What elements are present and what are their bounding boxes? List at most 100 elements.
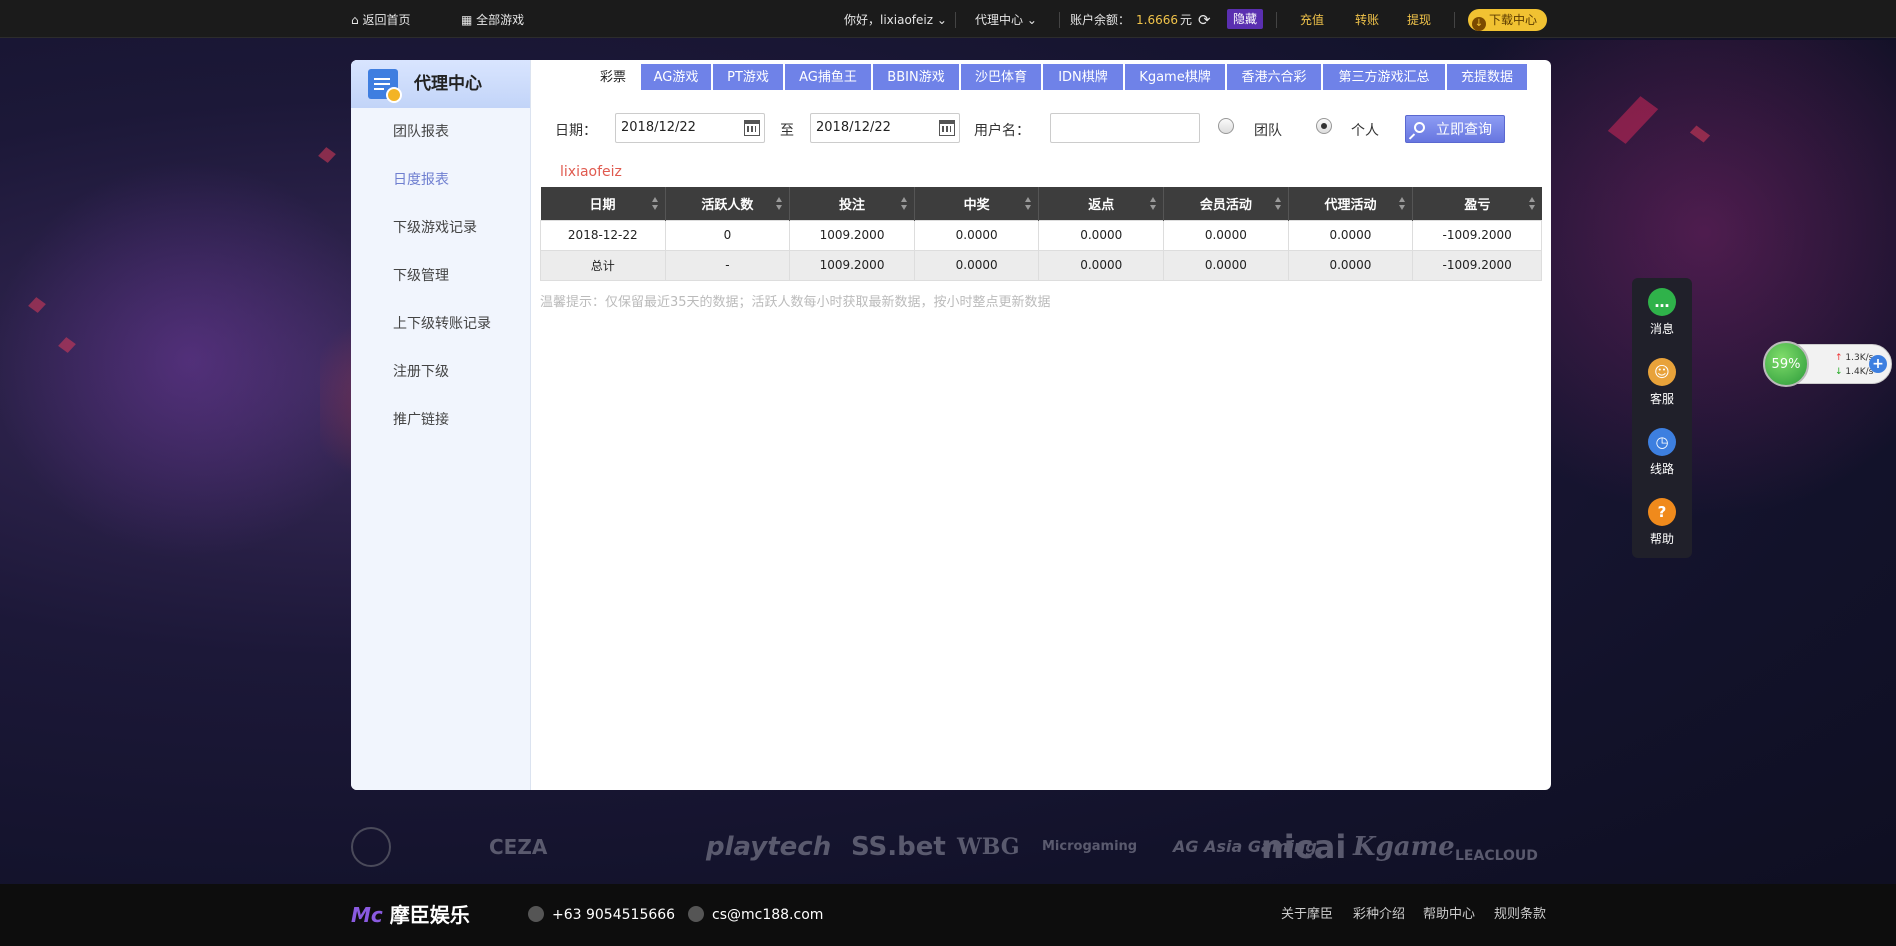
- footer-link-terms[interactable]: 规则条款: [1494, 884, 1546, 946]
- tab-deposit-withdraw-data[interactable]: 充提数据: [1447, 64, 1527, 90]
- emblem-logo: [351, 827, 391, 867]
- footer-email[interactable]: cs@mc188.com: [688, 884, 823, 946]
- tab-lottery[interactable]: 彩票: [587, 64, 639, 90]
- tab-hk-mark-six[interactable]: 香港六合彩: [1227, 64, 1321, 90]
- all-games-link[interactable]: ▦ 全部游戏: [461, 0, 524, 38]
- column-header-member-activity[interactable]: 会员活动: [1163, 187, 1289, 220]
- column-header-rebate[interactable]: 返点: [1038, 187, 1165, 220]
- balance-value: 1.6666: [1136, 13, 1178, 27]
- arrow-down-icon: ↓: [1835, 367, 1843, 377]
- chevron-down-icon: ⌄: [936, 13, 947, 27]
- sidebar-item-promo-link[interactable]: 推广链接: [351, 396, 530, 444]
- search-button[interactable]: 立即查询: [1405, 115, 1505, 143]
- home-link[interactable]: ⌂ 返回首页: [351, 0, 410, 38]
- personal-radio[interactable]: [1316, 118, 1332, 134]
- tab-pt-games[interactable]: PT游戏: [713, 64, 783, 90]
- footer-phone: +63 9054515666: [528, 884, 675, 946]
- chat-icon: …: [1648, 288, 1676, 316]
- sidebar-item-register-sub[interactable]: 注册下级: [351, 348, 530, 396]
- sort-icon: [1150, 197, 1157, 210]
- table-total-row: 总计 - 1009.2000 0.0000 0.0000 0.0000 0.00…: [540, 249, 1542, 281]
- table-cell: 0: [664, 219, 791, 251]
- transfer-link[interactable]: 转账: [1355, 0, 1379, 38]
- help-button[interactable]: ? 帮助: [1632, 488, 1692, 558]
- sort-icon: [1025, 197, 1032, 210]
- phone-icon: [528, 906, 544, 922]
- table-cell: -: [664, 249, 791, 281]
- column-header-agent-activity[interactable]: 代理活动: [1288, 187, 1414, 220]
- download-label: 下载中心: [1489, 13, 1538, 27]
- footer-link-about[interactable]: 关于摩臣: [1281, 884, 1333, 946]
- user-menu[interactable]: 你好，lixiaofeiz ⌄: [844, 0, 947, 38]
- table-cell: 0.0000: [1038, 249, 1165, 281]
- tab-bbin-games[interactable]: BBIN游戏: [873, 64, 959, 90]
- username-input[interactable]: [1050, 113, 1200, 143]
- sidebar: 代理中心 团队报表 日度报表 下级游戏记录 下级管理 上下级转账记录 注册下级 …: [351, 60, 531, 790]
- download-speed: ↓ 1.4K/s: [1835, 367, 1874, 377]
- footer-brand-name: 摩臣娱乐: [389, 903, 470, 927]
- footer-link-lottery-intro[interactable]: 彩种介绍: [1353, 884, 1405, 946]
- download-center-button[interactable]: ↓ 下载中心: [1468, 9, 1548, 31]
- memory-percent: 59%: [1763, 341, 1809, 387]
- calendar-icon[interactable]: [744, 120, 760, 136]
- column-header-profit-loss[interactable]: 盈亏: [1412, 187, 1542, 220]
- route-button[interactable]: ◷ 线路: [1632, 418, 1692, 488]
- home-label: 返回首页: [362, 13, 411, 27]
- sort-icon: [1274, 197, 1282, 210]
- support-icon: ☺: [1648, 358, 1676, 386]
- divider: [1059, 12, 1060, 28]
- table-cell: 1009.2000: [789, 249, 915, 281]
- column-header-date[interactable]: 日期: [540, 187, 666, 220]
- sidebar-item-sub-game-records[interactable]: 下级游戏记录: [351, 204, 530, 252]
- partner-logo: playtech: [706, 832, 832, 862]
- date-label: 日期：: [555, 123, 597, 139]
- partner-logo: LEACLOUD: [1455, 848, 1538, 864]
- sidebar-item-sub-management[interactable]: 下级管理: [351, 252, 530, 300]
- speed-icon: ◷: [1648, 428, 1676, 456]
- tab-saba-sports[interactable]: 沙巴体育: [961, 64, 1041, 90]
- date-from-input[interactable]: 2018/12/22: [615, 113, 765, 143]
- footer: Mc 摩臣娱乐 +63 9054515666 cs@mc188.com 关于摩臣…: [0, 884, 1896, 946]
- balance-unit: 元: [1180, 13, 1193, 27]
- plus-icon[interactable]: +: [1869, 355, 1887, 373]
- top-bar: ⌂ 返回首页 ▦ 全部游戏 你好，lixiaofeiz ⌄ 代理中心 ⌄ 账户余…: [0, 0, 1896, 38]
- tab-kgame-chess[interactable]: Kgame棋牌: [1125, 64, 1225, 90]
- agent-center-menu[interactable]: 代理中心 ⌄: [975, 0, 1037, 38]
- team-radio[interactable]: [1218, 118, 1234, 134]
- hide-balance-button[interactable]: 隐藏: [1227, 9, 1264, 29]
- sidebar-item-transfer-records[interactable]: 上下级转账记录: [351, 300, 530, 348]
- date-to-value: 2018/12/22: [816, 120, 891, 135]
- sort-icon: [651, 197, 659, 210]
- footer-link-help-center[interactable]: 帮助中心: [1423, 884, 1475, 946]
- current-username: lixiaofeiz: [560, 164, 622, 180]
- sidebar-item-team-report[interactable]: 团队报表: [351, 108, 530, 156]
- partner-logo: Kgame: [1353, 832, 1455, 862]
- date-from-value: 2018/12/22: [621, 120, 696, 135]
- column-header-win[interactable]: 中奖: [914, 187, 1040, 220]
- calendar-icon[interactable]: [939, 120, 955, 136]
- withdraw-link[interactable]: 提现: [1407, 0, 1431, 38]
- column-header-active-users[interactable]: 活跃人数: [665, 187, 791, 220]
- partner-logos: CEZA playtech SS.bet WBG Microgaming AG …: [351, 822, 1551, 872]
- date-to-input[interactable]: 2018/12/22: [810, 113, 960, 143]
- refresh-icon[interactable]: ⟳: [1198, 0, 1211, 38]
- search-icon: [1414, 122, 1425, 133]
- table-cell: 0.0000: [1038, 219, 1165, 251]
- sidebar-item-daily-report[interactable]: 日度报表: [351, 156, 530, 204]
- tab-third-party-summary[interactable]: 第三方游戏汇总: [1323, 64, 1445, 90]
- sidebar-header: 代理中心: [351, 60, 530, 108]
- message-button[interactable]: … 消息: [1632, 278, 1692, 348]
- recharge-link[interactable]: 充值: [1300, 0, 1324, 38]
- greeting-text: 你好，lixiaofeiz: [844, 13, 934, 27]
- tab-ag-games[interactable]: AG游戏: [641, 64, 711, 90]
- column-header-bet[interactable]: 投注: [789, 187, 915, 220]
- divider: [955, 12, 956, 28]
- customer-service-button[interactable]: ☺ 客服: [1632, 348, 1692, 418]
- partner-logo: CEZA: [489, 835, 548, 859]
- network-speed-widget[interactable]: 59% ↑ 1.3K/s ↓ 1.4K/s +: [1763, 341, 1892, 387]
- sort-icon: [776, 197, 783, 210]
- tab-ag-fishing[interactable]: AG捕鱼王: [785, 64, 871, 90]
- sort-icon: [1399, 197, 1406, 210]
- tab-idn-chess[interactable]: IDN棋牌: [1043, 64, 1123, 90]
- table-cell: 0.0000: [1163, 249, 1289, 281]
